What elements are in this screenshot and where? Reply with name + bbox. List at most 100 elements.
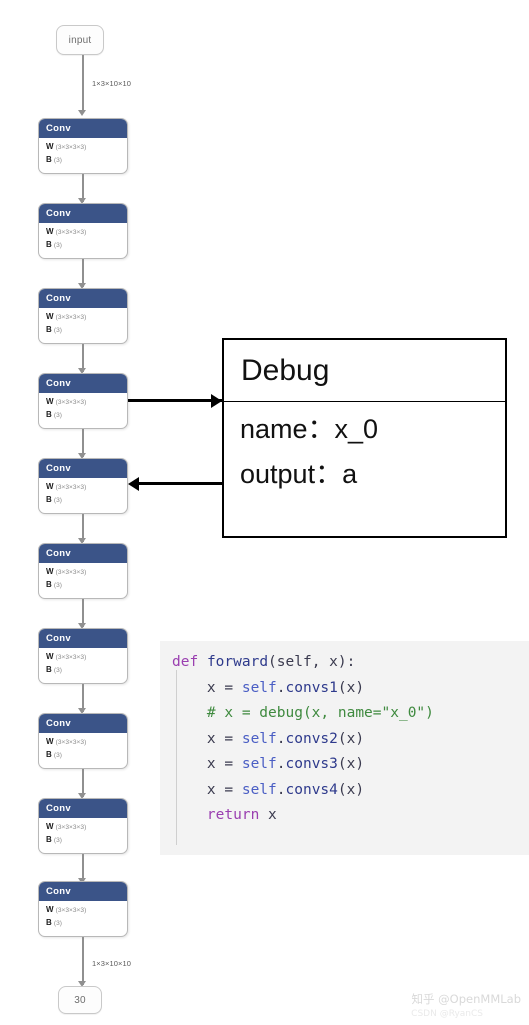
- conv-block-header: Conv: [39, 374, 127, 393]
- watermark-zhihu: 知乎 @OpenMMLab: [411, 992, 521, 1006]
- conv-weight-row: W (3×3×3×3): [46, 904, 127, 917]
- conv-block: Conv W (3×3×3×3) B (3): [38, 118, 128, 174]
- edge-arrowhead-conv-1: [78, 110, 86, 116]
- bias-key: B: [46, 325, 52, 334]
- code-line-7: return x: [206, 807, 277, 823]
- weight-shape: (3×3×3×3): [55, 569, 87, 576]
- debug-callout-title: Debug: [224, 340, 505, 402]
- code-line-1: def forward(self, x):: [172, 654, 356, 670]
- arrow-conv-to-debug-head: [211, 394, 222, 408]
- weight-key: W: [46, 905, 54, 914]
- code-snippet-panel: def forward(self, x): x = self.convs1(x)…: [160, 641, 529, 855]
- bias-key: B: [46, 750, 52, 759]
- conv-block-body: W (3×3×3×3) B (3): [39, 308, 127, 337]
- weight-key: W: [46, 312, 54, 321]
- code-line-3: # x = debug(x, name="x_0"): [172, 705, 434, 721]
- bias-key: B: [46, 410, 52, 419]
- weight-key: W: [46, 737, 54, 746]
- bias-key: B: [46, 918, 52, 927]
- weight-key: W: [46, 822, 54, 831]
- bias-shape: (3): [53, 837, 62, 844]
- conv-block-body: W (3×3×3×3) B (3): [39, 223, 127, 252]
- conv-block-header: Conv: [39, 459, 127, 478]
- edge-label-top: 1×3×10×10: [92, 79, 132, 88]
- bias-key: B: [46, 580, 52, 589]
- conv-block-header: Conv: [39, 799, 127, 818]
- arrow-conv-to-debug-line: [128, 399, 224, 402]
- watermark-csdn: CSDN @RyanCS: [411, 1009, 483, 1019]
- conv-bias-row: B (3): [46, 579, 127, 592]
- arrow-debug-to-conv-head: [128, 477, 139, 491]
- bias-shape: (3): [53, 242, 62, 249]
- output-node: 30: [58, 986, 102, 1014]
- conv-weight-row: W (3×3×3×3): [46, 481, 127, 494]
- conv-bias-row: B (3): [46, 239, 127, 252]
- conv-block-header: Conv: [39, 882, 127, 901]
- bias-shape: (3): [53, 157, 62, 164]
- conv-block-body: W (3×3×3×3) B (3): [39, 393, 127, 422]
- bias-key: B: [46, 155, 52, 164]
- weight-key: W: [46, 397, 54, 406]
- conv-block: Conv W (3×3×3×3) B (3): [38, 373, 128, 429]
- weight-shape: (3×3×3×3): [55, 824, 87, 831]
- conv-block-body: W (3×3×3×3) B (3): [39, 733, 127, 762]
- conv-bias-row: B (3): [46, 664, 127, 677]
- conv-block: Conv W (3×3×3×3) B (3): [38, 203, 128, 259]
- weight-shape: (3×3×3×3): [55, 229, 87, 236]
- conv-block-header: Conv: [39, 204, 127, 223]
- conv-block-body: W (3×3×3×3) B (3): [39, 563, 127, 592]
- conv-block-body: W (3×3×3×3) B (3): [39, 478, 127, 507]
- conv-weight-row: W (3×3×3×3): [46, 311, 127, 324]
- conv-bias-row: B (3): [46, 834, 127, 847]
- edge-input-to-conv-1: [82, 55, 84, 112]
- code-line-2: x = self.convs1(x): [172, 679, 365, 696]
- indent-guide-line: [176, 670, 177, 845]
- conv-weight-row: W (3×3×3×3): [46, 396, 127, 409]
- conv-block: Conv W (3×3×3×3) B (3): [38, 543, 128, 599]
- edge-label-bottom: 1×3×10×10: [92, 959, 132, 968]
- diagram-canvas: input 1×3×10×10 Conv W (3×3×3×3) B (3) C…: [0, 0, 529, 1025]
- conv-block-header: Conv: [39, 119, 127, 138]
- weight-key: W: [46, 142, 54, 151]
- conv-block-header: Conv: [39, 629, 127, 648]
- bias-shape: (3): [53, 920, 62, 927]
- conv-block: Conv W (3×3×3×3) B (3): [38, 458, 128, 514]
- weight-shape: (3×3×3×3): [55, 739, 87, 746]
- conv-weight-row: W (3×3×3×3): [46, 566, 127, 579]
- conv-block: Conv W (3×3×3×3) B (3): [38, 713, 128, 769]
- bias-key: B: [46, 495, 52, 504]
- weight-shape: (3×3×3×3): [55, 654, 87, 661]
- code-snippet-lines: def forward(self, x): x = self.convs1(x)…: [172, 650, 529, 845]
- conv-bias-row: B (3): [46, 409, 127, 422]
- weight-key: W: [46, 227, 54, 236]
- conv-bias-row: B (3): [46, 917, 127, 930]
- weight-key: W: [46, 482, 54, 491]
- debug-field-output: output：a: [240, 459, 358, 489]
- arrow-debug-to-conv-line: [138, 482, 224, 485]
- conv-weight-row: W (3×3×3×3): [46, 736, 127, 749]
- conv-block: Conv W (3×3×3×3) B (3): [38, 798, 128, 854]
- debug-field-name: name：x_0: [240, 414, 379, 444]
- conv-block: Conv W (3×3×3×3) B (3): [38, 881, 128, 937]
- conv-block-body: W (3×3×3×3) B (3): [39, 138, 127, 167]
- code-line-6: x = self.convs4(x): [172, 781, 365, 798]
- conv-block-body: W (3×3×3×3) B (3): [39, 648, 127, 677]
- weight-shape: (3×3×3×3): [55, 144, 87, 151]
- conv-block-body: W (3×3×3×3) B (3): [39, 901, 127, 930]
- conv-weight-row: W (3×3×3×3): [46, 226, 127, 239]
- code-line-4: x = self.convs2(x): [172, 730, 365, 747]
- conv-bias-row: B (3): [46, 749, 127, 762]
- bias-key: B: [46, 835, 52, 844]
- conv-block-header: Conv: [39, 544, 127, 563]
- bias-key: B: [46, 665, 52, 674]
- conv-bias-row: B (3): [46, 324, 127, 337]
- conv-block-header: Conv: [39, 289, 127, 308]
- output-node-label: 30: [74, 994, 86, 1006]
- weight-key: W: [46, 652, 54, 661]
- input-node: input: [56, 25, 104, 55]
- weight-shape: (3×3×3×3): [55, 907, 87, 914]
- weight-shape: (3×3×3×3): [55, 484, 87, 491]
- conv-bias-row: B (3): [46, 154, 127, 167]
- bias-shape: (3): [53, 667, 62, 674]
- conv-bias-row: B (3): [46, 494, 127, 507]
